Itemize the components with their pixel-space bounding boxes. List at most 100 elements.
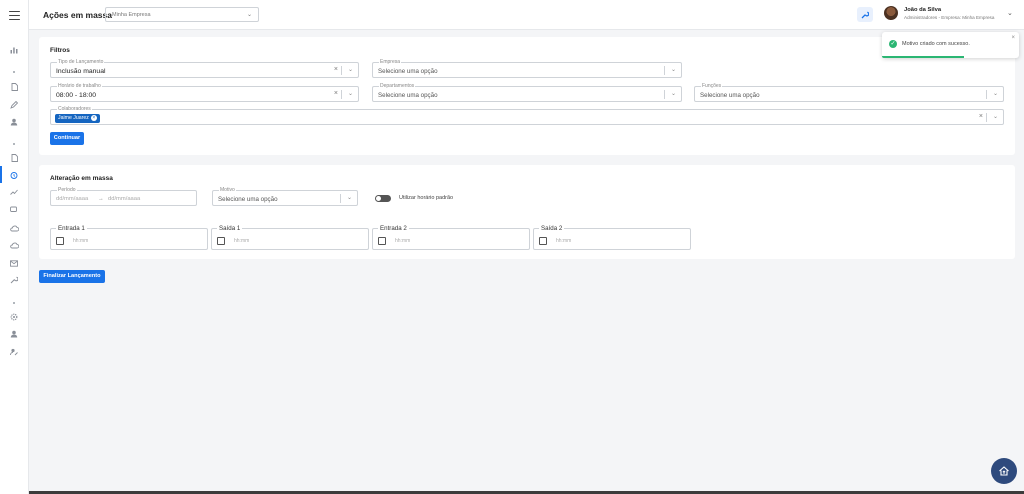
divider-dot [13, 71, 15, 73]
clear-icon[interactable]: × [979, 113, 983, 120]
default-schedule-toggle[interactable] [375, 195, 391, 202]
funcoes-placeholder: Selecione uma opção [700, 92, 760, 99]
alarm-clock-icon[interactable] [8, 169, 20, 181]
user-admin-icon[interactable] [8, 328, 20, 340]
motivo-label: Motivo [219, 187, 236, 194]
filters-title: Filtros [50, 47, 70, 54]
periodo-label: Período [57, 187, 77, 194]
company-select[interactable]: Minha Empresa ⌄ [105, 7, 259, 22]
departamentos-label: Departamentos [379, 83, 416, 90]
chevron-down-icon[interactable]: ⌄ [348, 66, 353, 73]
horario-trabalho-label: Horário de trabalho [57, 83, 102, 90]
departamentos-placeholder: Selecione uma opção [378, 92, 438, 99]
divider-dot [13, 143, 15, 145]
company-select-value: Minha Empresa [112, 12, 151, 18]
clear-icon[interactable]: × [334, 90, 338, 97]
funcoes-label: Funções [701, 83, 723, 90]
finish-button[interactable]: Finalizar Lançamento [39, 270, 105, 283]
time-checkbox[interactable] [539, 237, 547, 245]
tipo-lancamento-label: Tipo de Lançamento [57, 59, 105, 66]
toast-message: Motivo criado com sucesso. [902, 41, 970, 47]
continue-button[interactable]: Continuar [50, 132, 84, 145]
chevron-down-icon[interactable]: ⌄ [993, 90, 998, 97]
time-input[interactable]: hh:mm [395, 238, 410, 244]
tipo-lancamento-value: Inclusão manual [56, 68, 106, 75]
select-separator [341, 66, 342, 75]
empresa-select[interactable]: Empresa Selecione uma opção ⌄ [372, 59, 682, 78]
user-name: João da Silva [904, 7, 942, 13]
user-menu-chevron-icon[interactable]: ⌄ [1007, 9, 1013, 17]
clear-icon[interactable]: × [334, 66, 338, 73]
select-separator [340, 194, 341, 203]
time-checkbox[interactable] [378, 237, 386, 245]
chat-icon[interactable] [8, 204, 20, 216]
chevron-down-icon[interactable]: ⌄ [993, 113, 998, 120]
time-checkbox[interactable] [56, 237, 64, 245]
sidebar-rail [0, 0, 29, 494]
time-checkbox[interactable] [217, 237, 225, 245]
user-role: Administradores - Empresa: Minha Empresa [904, 15, 995, 20]
periodo-end-input[interactable]: dd/mm/aaaa [108, 196, 140, 202]
select-separator [664, 66, 665, 75]
gear-icon[interactable] [8, 311, 20, 323]
colaboradores-select[interactable]: Colaboradores Jaime Juarez × × ⌄ [50, 106, 1004, 125]
document-icon[interactable] [8, 81, 20, 93]
file-icon[interactable] [8, 152, 20, 164]
user-edit-icon[interactable] [8, 346, 20, 358]
time-input[interactable]: hh:mm [234, 238, 249, 244]
motivo-placeholder: Selecione uma opção [218, 196, 278, 203]
time-entrada-1: Entrada 1 hh:mm [50, 225, 208, 250]
time-entrada-2: Entrada 2 hh:mm [372, 225, 530, 250]
mass-change-card: Alteração em massa Período dd/mm/aaaa → … [39, 165, 1015, 259]
chevron-down-icon[interactable]: ⌄ [348, 90, 353, 97]
toast-progress-bar [882, 56, 965, 58]
time-label: Saída 1 [217, 225, 243, 232]
time-input[interactable]: hh:mm [73, 238, 88, 244]
trend-icon[interactable] [8, 186, 20, 198]
pen-icon[interactable] [8, 99, 20, 111]
chip-remove-icon[interactable]: × [90, 115, 97, 121]
time-input[interactable]: hh:mm [556, 238, 571, 244]
chevron-down-icon[interactable]: ⌄ [671, 90, 676, 97]
chevron-down-icon[interactable]: ⌄ [671, 66, 676, 73]
time-label: Entrada 2 [378, 225, 409, 232]
cloud-upload-icon[interactable] [8, 239, 20, 251]
colaborador-chip-label: Jaime Juarez [58, 115, 89, 121]
mail-icon[interactable] [8, 257, 20, 269]
floating-action-button[interactable] [991, 458, 1017, 484]
cloud-icon[interactable] [8, 222, 20, 234]
chevron-down-icon[interactable]: ⌄ [347, 194, 352, 201]
menu-icon[interactable] [9, 11, 20, 22]
colaboradores-label: Colaboradores [57, 106, 92, 113]
horario-trabalho-select[interactable]: Horário de trabalho 08:00 - 18:00 × ⌄ [50, 83, 359, 102]
chevron-down-icon: ⌄ [246, 12, 252, 18]
active-indicator [0, 166, 2, 183]
top-bar: Ações em massa Minha Empresa ⌄ João da S… [29, 0, 1024, 30]
select-separator [664, 90, 665, 99]
funcoes-select[interactable]: Funções Selecione uma opção ⌄ [694, 83, 1004, 102]
home-upload-icon [999, 466, 1009, 476]
success-toast: ✓ Motivo criado com sucesso. × [882, 32, 1019, 58]
user-icon[interactable] [8, 116, 20, 128]
wrench-button[interactable] [857, 7, 873, 22]
close-icon[interactable]: × [1011, 35, 1015, 41]
tipo-lancamento-select[interactable]: Tipo de Lançamento Inclusão manual × ⌄ [50, 59, 359, 78]
tool-icon[interactable] [8, 274, 20, 286]
avatar[interactable] [884, 6, 898, 20]
filters-card: Filtros Tipo de Lançamento Inclusão manu… [39, 37, 1015, 155]
select-separator [986, 113, 987, 122]
empresa-placeholder: Selecione uma opção [378, 68, 438, 75]
time-label: Entrada 1 [56, 225, 87, 232]
colaborador-chip[interactable]: Jaime Juarez × [55, 114, 100, 123]
departamentos-select[interactable]: Departamentos Selecione uma opção ⌄ [372, 83, 682, 102]
chart-icon[interactable] [8, 44, 20, 56]
periodo-range[interactable]: Período dd/mm/aaaa → dd/mm/aaaa [50, 187, 197, 206]
time-saida-1: Saída 1 hh:mm [211, 225, 369, 250]
arrow-right-icon: → [98, 196, 104, 202]
time-saida-2: Saída 2 hh:mm [533, 225, 691, 250]
time-label: Saída 2 [539, 225, 565, 232]
select-separator [341, 90, 342, 99]
motivo-select[interactable]: Motivo Selecione uma opção ⌄ [212, 187, 358, 206]
check-circle-icon: ✓ [889, 40, 897, 48]
periodo-start-input[interactable]: dd/mm/aaaa [56, 196, 88, 202]
